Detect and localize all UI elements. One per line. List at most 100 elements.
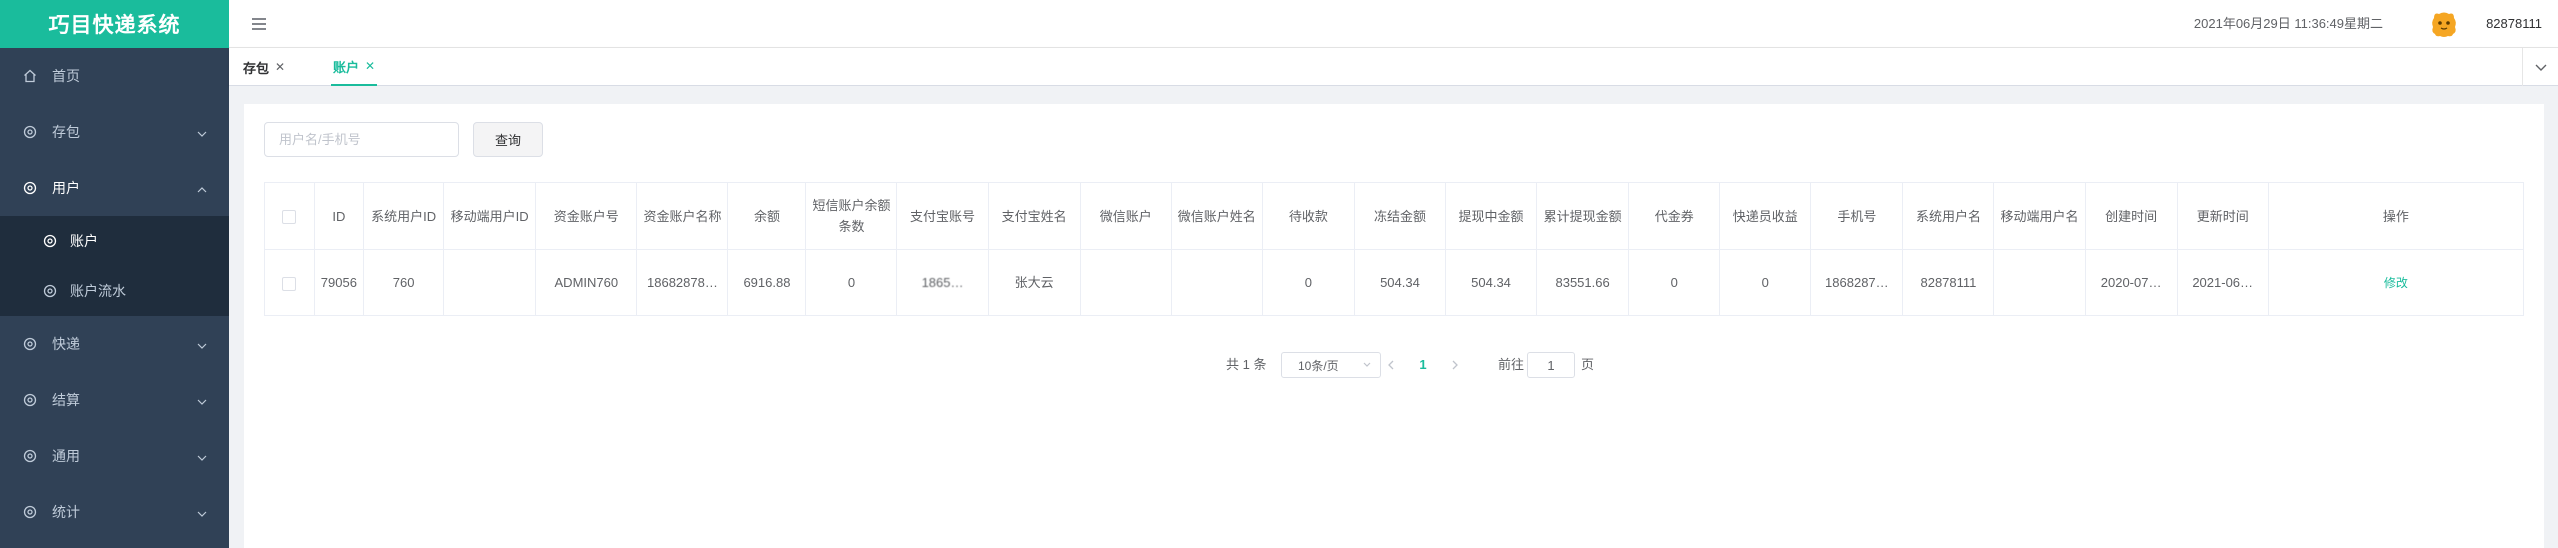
column-header: 微信账户	[1079, 182, 1172, 250]
row-checkbox[interactable]	[282, 276, 297, 291]
sidebar-item-settlement[interactable]: 结算	[0, 372, 229, 428]
settings-icon	[22, 180, 38, 196]
cell-mobile-user-id	[443, 249, 537, 316]
cell-pending: 0	[1261, 249, 1355, 316]
settings-icon	[22, 504, 38, 520]
cell-withdrawing: 504.34	[1444, 249, 1538, 316]
table-header-row: ID 系统用户ID 移动端用户ID 资金账户号 资金账户名称 余额 短信账户余额…	[264, 182, 2525, 250]
cell-action: 修改	[2267, 249, 2525, 316]
column-header: 支付宝账号	[896, 182, 989, 250]
column-header: 更新时间	[2176, 182, 2269, 250]
avatar[interactable]	[2428, 8, 2460, 40]
sidebar-item-label: 首页	[52, 68, 80, 84]
column-header: 手机号	[1810, 182, 1904, 250]
column-header: 微信账户姓名	[1170, 182, 1263, 250]
cell-updated: 2021-06…	[2176, 249, 2269, 316]
column-header: 快递员收益	[1719, 182, 1812, 250]
home-icon	[22, 68, 38, 84]
pagination-total: 共 1 条	[1226, 357, 1267, 372]
cell-id: 79056	[313, 249, 365, 316]
query-button[interactable]: 查询	[473, 122, 543, 157]
cell-sys-username: 82878111	[1902, 249, 1995, 316]
chevron-up-icon	[197, 180, 207, 196]
sidebar-item-account-flow[interactable]: 账户流水	[0, 266, 229, 316]
sidebar-item-general[interactable]: 通用	[0, 428, 229, 484]
sidebar-item-label: 存包	[52, 124, 80, 140]
cell-balance: 6916.88	[727, 249, 807, 316]
tags-dropdown[interactable]	[2522, 48, 2558, 86]
content-card: 查询 ID 系统用户ID 移动端用户ID 资金账户号 资金账户名称 余额 短信账…	[244, 104, 2544, 548]
column-header: 累计提现金额	[1536, 182, 1630, 250]
cell-alipay-name: 张大云	[987, 249, 1081, 316]
column-header: 移动端用户名	[1993, 182, 2086, 250]
settings-icon	[42, 233, 58, 249]
current-datetime: 2021年06月29日 11:36:49星期二	[2193, 16, 2383, 31]
cell-mobile-username	[1993, 249, 2086, 316]
sidebar-item-statistics[interactable]: 统计	[0, 484, 229, 540]
search-input[interactable]	[264, 122, 459, 157]
username[interactable]: 82878111	[2486, 0, 2542, 48]
column-header: 创建时间	[2084, 182, 2178, 250]
page-number[interactable]: 1	[1408, 350, 1438, 380]
cell-voucher: 0	[1628, 249, 1721, 316]
tags-view: 存包 ✕ 账户 ✕	[229, 48, 2558, 86]
column-header: 短信账户余额条数	[805, 182, 898, 250]
tag-account[interactable]: 账户 ✕	[331, 48, 378, 86]
settings-icon	[22, 448, 38, 464]
column-header: 待收款	[1261, 182, 1355, 250]
select-all-cell[interactable]	[264, 182, 315, 250]
top-navbar: 2021年06月29日 11:36:49星期二 82878111	[229, 0, 2558, 48]
cell-fund-account-name: 18682878…	[636, 249, 729, 316]
chevron-down-icon	[197, 504, 207, 520]
column-header: 操作	[2267, 182, 2525, 250]
cell-phone: 1868287…	[1810, 249, 1904, 316]
select-all-checkbox[interactable]	[282, 210, 297, 225]
tag-label: 账户	[333, 59, 360, 75]
goto-page-input[interactable]	[1527, 352, 1575, 378]
prev-page-button[interactable]	[1376, 350, 1406, 380]
cell-alipay-account: 1865…	[896, 249, 989, 316]
sidebar-item-label: 通用	[52, 448, 80, 464]
edit-link[interactable]: 修改	[2384, 276, 2408, 290]
sidebar-item-account[interactable]: 账户	[0, 216, 229, 266]
sidebar-item-home[interactable]: 首页	[0, 48, 229, 104]
chevron-down-icon	[197, 124, 207, 140]
sidebar-item-label: 结算	[52, 392, 80, 408]
sidebar-item-storage[interactable]: 存包	[0, 104, 229, 160]
column-header: 冻结金额	[1353, 182, 1446, 250]
hamburger-icon[interactable]	[249, 14, 269, 34]
column-header: ID	[313, 182, 365, 250]
column-header: 提现中金额	[1444, 182, 1538, 250]
chevron-down-icon	[197, 336, 207, 352]
cell-total-withdrawn: 83551.66	[1536, 249, 1630, 316]
cell-created: 2020-07…	[2084, 249, 2178, 316]
sidebar-submenu-users: 账户 账户流水	[0, 216, 229, 316]
app-logo: 巧目快递系统	[0, 0, 229, 48]
main-content: 查询 ID 系统用户ID 移动端用户ID 资金账户号 资金账户名称 余额 短信账…	[229, 86, 2558, 548]
settings-icon	[22, 392, 38, 408]
page-size-value: 10条/页	[1298, 358, 1339, 373]
page-size-select[interactable]: 10条/页	[1281, 352, 1381, 378]
sidebar-item-express[interactable]: 快递	[0, 316, 229, 372]
tag-storage[interactable]: 存包 ✕	[243, 48, 285, 86]
column-header: 系统用户名	[1902, 182, 1995, 250]
cell-wechat-account	[1079, 249, 1172, 316]
cell-fund-account-no: ADMIN760	[535, 249, 638, 316]
cell-frozen: 504.34	[1353, 249, 1446, 316]
sidebar-item-users[interactable]: 用户	[0, 160, 229, 216]
column-header: 资金账户名称	[636, 182, 729, 250]
next-page-button[interactable]	[1440, 350, 1470, 380]
close-icon[interactable]: ✕	[275, 60, 285, 74]
sidebar-item-label: 快递	[52, 336, 80, 352]
table-row: 79056 760 ADMIN760 18682878… 6916.88 0 1…	[264, 249, 2525, 316]
settings-icon	[22, 336, 38, 352]
column-header: 余额	[727, 182, 807, 250]
column-header: 支付宝姓名	[987, 182, 1081, 250]
close-icon[interactable]: ✕	[365, 59, 375, 73]
row-select-cell[interactable]	[264, 249, 315, 316]
page-suffix: 页	[1581, 357, 1595, 372]
column-header: 资金账户号	[535, 182, 638, 250]
cell-sys-user-id: 760	[363, 249, 445, 316]
sidebar-item-label: 账户流水	[70, 283, 126, 299]
cell-wechat-name	[1170, 249, 1263, 316]
